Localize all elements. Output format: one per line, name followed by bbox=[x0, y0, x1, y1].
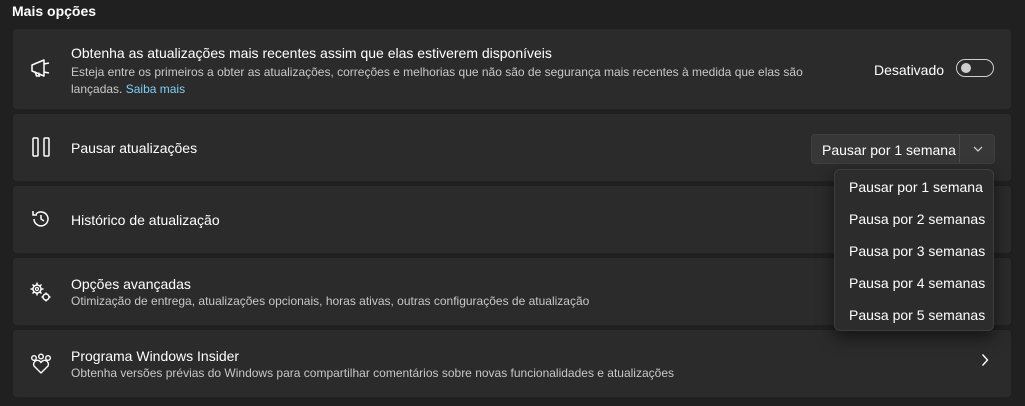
insider-icon bbox=[29, 352, 53, 376]
pause-duration-dropdown: Pausar por 1 semana Pausa por 2 semanas … bbox=[834, 169, 994, 331]
pause-updates-title: Pausar atualizações bbox=[71, 140, 198, 156]
section-title: Mais opções bbox=[12, 3, 97, 19]
advanced-options-description: Otimização de entrega, atualizações opci… bbox=[71, 294, 590, 308]
megaphone-icon bbox=[29, 56, 53, 80]
latest-updates-title: Obtenha as atualizações mais recentes as… bbox=[71, 45, 552, 61]
pause-option-2-weeks[interactable]: Pausa por 2 semanas bbox=[849, 211, 985, 227]
gears-icon bbox=[29, 280, 53, 304]
advanced-options-title: Opções avançadas bbox=[71, 276, 191, 292]
pause-option-1-week[interactable]: Pausar por 1 semana bbox=[849, 179, 983, 195]
latest-updates-toggle[interactable] bbox=[956, 59, 994, 77]
learn-more-link[interactable]: Saiba mais bbox=[126, 82, 185, 96]
pause-duration-select[interactable]: Pausar por 1 semana bbox=[811, 134, 995, 164]
pause-duration-value: Pausar por 1 semana bbox=[822, 142, 956, 158]
pause-option-3-weeks[interactable]: Pausa por 3 semanas bbox=[849, 243, 985, 259]
windows-insider-title: Programa Windows Insider bbox=[71, 348, 240, 364]
pause-option-5-weeks[interactable]: Pausa por 5 semanas bbox=[849, 307, 985, 323]
toggle-knob bbox=[961, 63, 971, 73]
history-icon bbox=[29, 207, 53, 231]
pause-option-4-weeks[interactable]: Pausa por 4 semanas bbox=[849, 275, 985, 291]
windows-insider-card[interactable]: Programa Windows Insider Obtenha versões… bbox=[13, 330, 1011, 397]
latest-updates-description: Esteja entre os primeiros a obter as atu… bbox=[71, 64, 831, 98]
chevron-down-icon[interactable] bbox=[960, 135, 995, 163]
windows-insider-description: Obtenha versões prévias do Windows para … bbox=[71, 366, 674, 380]
pause-icon bbox=[29, 135, 53, 159]
update-history-title: Histórico de atualização bbox=[71, 212, 220, 228]
latest-updates-card: Obtenha as atualizações mais recentes as… bbox=[13, 29, 1011, 109]
chevron-right-icon bbox=[977, 352, 993, 368]
toggle-state-label: Desativado bbox=[874, 62, 945, 78]
